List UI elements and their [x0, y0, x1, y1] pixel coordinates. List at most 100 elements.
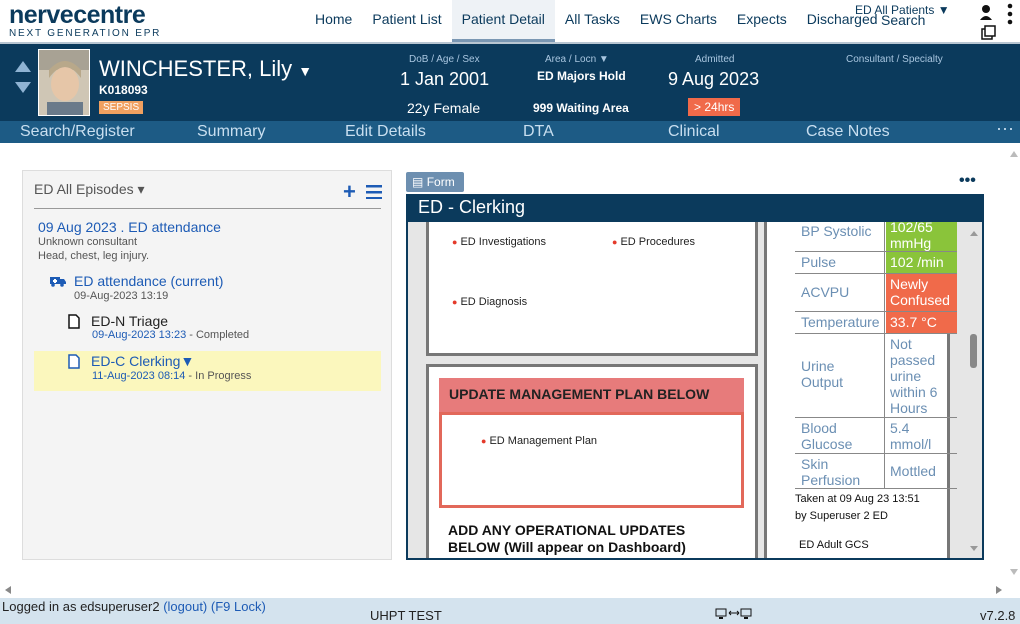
vital-label: Pulse	[795, 252, 885, 273]
document-icon	[68, 354, 80, 374]
attendance-link[interactable]: ED attendance (current)	[74, 273, 223, 289]
vital-row: Pulse 102 /min	[795, 251, 957, 273]
nav-patient-list[interactable]: Patient List	[362, 0, 451, 42]
subnav-summary[interactable]: Summary	[197, 123, 265, 141]
scroll-down-icon	[1010, 569, 1018, 575]
environment-name: UHPT TEST	[370, 608, 442, 623]
patient-mrn: K018093	[99, 83, 148, 97]
vital-row: Blood Glucose 5.4 mmol/l	[795, 417, 957, 453]
form-button[interactable]: ▤ Form	[406, 172, 464, 192]
nav-home[interactable]: Home	[305, 0, 362, 42]
vital-value: 5.4 mmol/l	[890, 420, 932, 452]
subnav-edit-details[interactable]: Edit Details	[345, 123, 426, 141]
scroll-left-icon	[5, 586, 11, 594]
previous-patient-icon[interactable]	[15, 61, 31, 72]
ambulance-icon	[50, 274, 66, 292]
logout-link[interactable]: (logout)	[163, 599, 207, 614]
age-sex-value: 22y Female	[407, 100, 481, 116]
vital-label: Blood Glucose	[795, 418, 885, 453]
subnav-case-notes[interactable]: Case Notes	[806, 123, 890, 141]
subnav-more-icon[interactable]: ···	[996, 118, 1014, 139]
patient-menu-caret[interactable]: ▼	[298, 63, 312, 79]
user-icon[interactable]	[978, 3, 996, 43]
patient-photo	[38, 49, 90, 116]
vitals-panel: BP Systolic 102/65 mmHg Pulse 102 /min A…	[764, 222, 957, 558]
form-doc-icon: ▤	[412, 175, 424, 189]
ed-diagnosis-link[interactable]: ED Diagnosis	[452, 296, 527, 308]
logo-text: nervecentre	[9, 1, 146, 29]
clerking-link[interactable]: ED-C Clerking▼	[91, 353, 194, 369]
nav-ews-charts[interactable]: EWS Charts	[630, 0, 727, 42]
triage-info: 09-Aug-2023 13:23 - Completed	[92, 329, 249, 341]
more-vertical-icon[interactable]	[1006, 2, 1014, 33]
clerking-info: 11-Aug-2023 08:14 - In Progress	[92, 370, 251, 382]
taken-by-text: by Superuser 2 ED	[795, 510, 888, 522]
dob-value: 1 Jan 2001	[400, 69, 490, 89]
logo-tagline: NEXT GENERATION EPR	[9, 28, 162, 39]
form-title: ED - Clerking	[406, 194, 984, 222]
status-bar: Logged in as edsuperuser2 (logout) (F9 L…	[0, 598, 1020, 624]
ed-investigations-link[interactable]: ED Investigations	[452, 236, 546, 248]
episode-complaint: Head, chest, leg injury.	[38, 250, 150, 262]
episodes-menu-icon[interactable]	[366, 185, 382, 204]
subnav-search-register[interactable]: Search/Register	[20, 123, 135, 141]
lock-link[interactable]: (F9 Lock)	[211, 599, 266, 614]
episode-consultant: Unknown consultant	[38, 236, 138, 248]
scroll-up-icon	[970, 231, 978, 236]
next-patient-icon[interactable]	[15, 82, 31, 93]
add-episode-icon[interactable]: +	[343, 179, 356, 205]
attendance-time: 09-Aug-2023 13:19	[74, 290, 169, 302]
scroll-thumb	[970, 334, 977, 368]
episode-title[interactable]: 09 Aug 2023 . ED attendance	[38, 219, 221, 235]
dob-label: DoB / Age / Sex	[409, 54, 480, 65]
patient-subnav: Search/Register Summary Edit Details DTA…	[0, 118, 1020, 143]
vital-label: ACVPU	[795, 274, 885, 311]
divider	[34, 208, 381, 209]
operational-line-1: ADD ANY OPERATIONAL UPDATES	[448, 522, 686, 538]
subnav-dta[interactable]: DTA	[523, 123, 554, 141]
vital-label: Skin Perfusion	[795, 454, 885, 489]
patient-nav-arrows	[14, 58, 32, 101]
sepsis-badge: SEPSIS	[99, 101, 144, 114]
management-plan-box: ED Management Plan	[439, 412, 744, 508]
vital-row: ACVPU Newly Confused	[795, 273, 957, 311]
operational-line-2: BELOW (Will appear on Dashboard)	[448, 539, 686, 555]
admitted-label: Admitted	[695, 54, 735, 65]
vital-value: Mottled	[890, 463, 936, 479]
patient-name[interactable]: WINCHESTER, Lily ▼	[99, 56, 312, 82]
gcs-link[interactable]: ED Adult GCS	[799, 537, 869, 554]
triage-link[interactable]: ED-N Triage	[91, 313, 168, 329]
main-nav: Home Patient List Patient Detail All Tas…	[305, 0, 888, 42]
vital-row: Urine Output Not passed urine within 6 H…	[795, 333, 957, 417]
ed-management-plan-link[interactable]: ED Management Plan	[481, 435, 597, 447]
form-scrollbar[interactable]	[962, 222, 982, 558]
clerking-status: - In Progress	[185, 370, 252, 382]
nav-all-tasks[interactable]: All Tasks	[555, 0, 630, 42]
episodes-dropdown[interactable]: ED All Episodes ▾	[34, 181, 145, 198]
episodes-panel: ED All Episodes ▾ + 09 Aug 2023 . ED att…	[22, 170, 392, 560]
search-link[interactable]: Search	[881, 12, 925, 28]
screen-switch-icon[interactable]	[715, 608, 753, 623]
form-more-icon[interactable]: •••	[959, 172, 976, 190]
nervecentre-logo: nervecentre NEXT GENERATION EPR	[9, 2, 161, 40]
version-text: v7.2.8	[980, 608, 1016, 623]
vital-row: Temperature 33.7 °C	[795, 311, 957, 333]
nav-expects[interactable]: Expects	[727, 0, 797, 42]
patient-name-text: WINCHESTER, Lily	[99, 56, 293, 81]
vital-value: 102 /min	[886, 252, 957, 273]
logged-in-text: Logged in as edsuperuser2	[2, 599, 160, 614]
ed-procedures-link[interactable]: ED Procedures	[612, 236, 695, 248]
scroll-right-icon	[996, 586, 1002, 594]
form-body: ED Investigations ED Procedures ED Diagn…	[406, 222, 984, 560]
subnav-clinical[interactable]: Clinical	[668, 123, 720, 141]
nav-patient-detail[interactable]: Patient Detail	[451, 0, 555, 42]
horizontal-scrollbar[interactable]	[0, 582, 1020, 598]
vital-label: BP Systolic	[795, 222, 885, 251]
form-button-label: Form	[426, 175, 455, 189]
vital-value: Not passed urine within 6 Hours	[890, 336, 938, 416]
consultant-label: Consultant / Specialty	[846, 54, 943, 65]
area-label[interactable]: Area / Locn ▼	[545, 54, 609, 65]
document-icon	[68, 314, 80, 334]
main-scrollbar[interactable]	[1008, 143, 1020, 583]
form-section-plan: UPDATE MANAGEMENT PLAN BELOW ED Manageme…	[426, 364, 758, 558]
